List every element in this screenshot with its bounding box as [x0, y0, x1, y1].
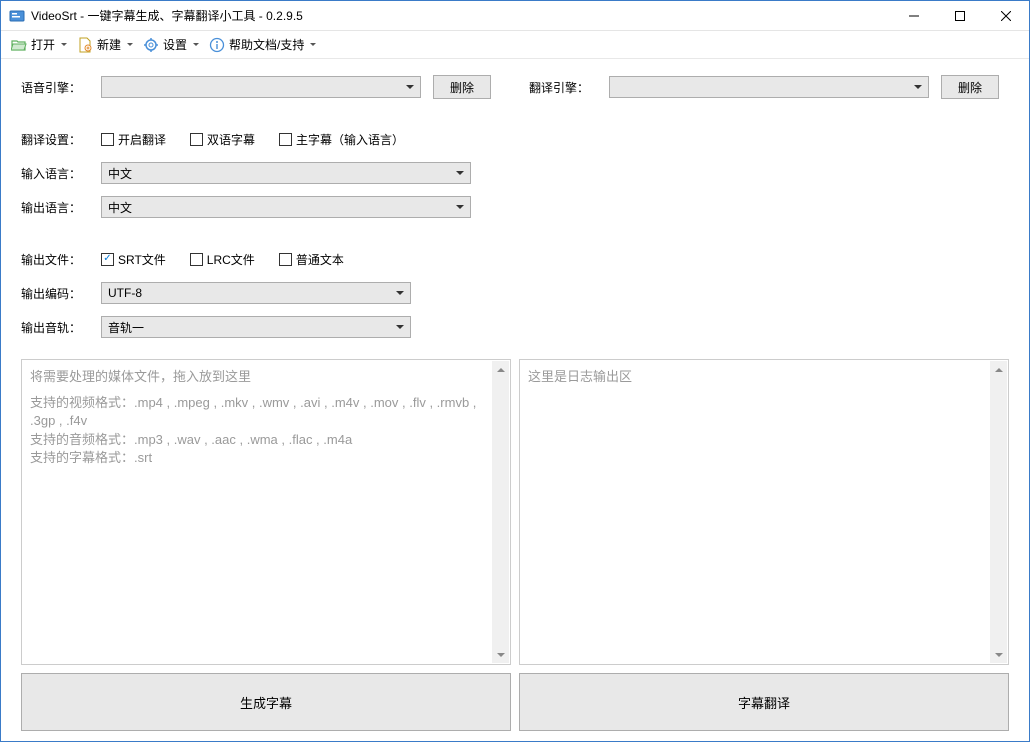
folder-open-icon — [11, 37, 27, 53]
checkbox-icon — [279, 133, 292, 146]
translate-subtitle-button[interactable]: 字幕翻译 — [519, 673, 1009, 731]
chevron-down-icon — [127, 43, 133, 46]
chevron-down-icon — [456, 171, 464, 175]
translate-engine-combo[interactable] — [609, 76, 929, 98]
bilingual-checkbox[interactable]: 双语字幕 — [190, 131, 255, 148]
media-drop-panel[interactable]: 将需要处理的媒体文件，拖入放到这里 支持的视频格式：.mp4 , .mpeg ,… — [21, 359, 511, 665]
info-icon — [209, 37, 225, 53]
toolbar-open-label: 打开 — [31, 36, 55, 53]
lrc-checkbox[interactable]: LRC文件 — [190, 251, 255, 268]
output-track-combo[interactable]: 音轨一 — [101, 316, 411, 338]
toolbar-new[interactable]: 新建 — [73, 34, 137, 55]
output-encoding-value: UTF-8 — [108, 286, 142, 300]
toolbar-help[interactable]: 帮助文档/支持 — [205, 34, 320, 55]
chevron-down-icon — [456, 205, 464, 209]
checkbox-icon — [279, 253, 292, 266]
maximize-button[interactable] — [937, 1, 983, 31]
toolbar-help-label: 帮助文档/支持 — [229, 36, 304, 53]
chevron-down-icon — [396, 325, 404, 329]
window-title: VideoSrt - 一键字幕生成、字幕翻译小工具 - 0.2.9.5 — [31, 7, 891, 24]
checkbox-icon — [190, 133, 203, 146]
main-subtitle-checkbox[interactable]: 主字幕（输入语言） — [279, 131, 404, 148]
chevron-down-icon — [406, 85, 414, 89]
input-lang-label: 输入语言： — [21, 165, 101, 182]
log-placeholder: 这里是日志输出区 — [528, 368, 990, 386]
speech-engine-delete-button[interactable]: 删除 — [433, 75, 491, 99]
output-lang-value: 中文 — [108, 199, 132, 216]
drop-hint-line: 支持的音频格式：.mp3 , .wav , .aac , .wma , .fla… — [30, 431, 492, 449]
scroll-down-icon — [492, 646, 509, 663]
new-file-icon — [77, 37, 93, 53]
output-encoding-label: 输出编码： — [21, 285, 101, 302]
gear-icon — [143, 37, 159, 53]
output-lang-combo[interactable]: 中文 — [101, 196, 471, 218]
scrollbar[interactable] — [990, 361, 1007, 663]
input-lang-combo[interactable]: 中文 — [101, 162, 471, 184]
toolbar-settings-label: 设置 — [163, 36, 187, 53]
app-icon — [9, 8, 25, 24]
titlebar: VideoSrt - 一键字幕生成、字幕翻译小工具 - 0.2.9.5 — [1, 1, 1029, 31]
log-output-panel: 这里是日志输出区 — [519, 359, 1009, 665]
chevron-down-icon — [310, 43, 316, 46]
scroll-down-icon — [990, 646, 1007, 663]
chevron-down-icon — [914, 85, 922, 89]
drop-hint-line: 支持的字幕格式：.srt — [30, 449, 492, 467]
speech-engine-label: 语音引擎： — [21, 79, 101, 96]
output-track-label: 输出音轨： — [21, 319, 101, 336]
scroll-up-icon — [990, 361, 1007, 378]
toolbar-open[interactable]: 打开 — [7, 34, 71, 55]
toolbar: 打开 新建 设置 帮助文档/支持 — [1, 31, 1029, 59]
output-track-value: 音轨一 — [108, 319, 144, 336]
drop-hint-line: 支持的视频格式：.mp4 , .mpeg , .mkv , .wmv , .av… — [30, 394, 492, 430]
scrollbar[interactable] — [492, 361, 509, 663]
content-area: 语音引擎： 删除 翻译引擎： 删除 翻译设置： 开启翻译 双语字幕 — [1, 59, 1029, 741]
translate-settings-label: 翻译设置： — [21, 131, 101, 148]
close-button[interactable] — [983, 1, 1029, 31]
chevron-down-icon — [61, 43, 67, 46]
toolbar-new-label: 新建 — [97, 36, 121, 53]
speech-engine-combo[interactable] — [101, 76, 421, 98]
checkbox-icon — [101, 133, 114, 146]
output-file-label: 输出文件： — [21, 251, 101, 268]
checkbox-checked-icon: ✓ — [101, 253, 114, 266]
generate-subtitle-button[interactable]: 生成字幕 — [21, 673, 511, 731]
srt-checkbox[interactable]: ✓ SRT文件 — [101, 251, 166, 268]
checkbox-icon — [190, 253, 203, 266]
enable-translate-checkbox[interactable]: 开启翻译 — [101, 131, 166, 148]
scroll-up-icon — [492, 361, 509, 378]
toolbar-settings[interactable]: 设置 — [139, 34, 203, 55]
output-encoding-combo[interactable]: UTF-8 — [101, 282, 411, 304]
chevron-down-icon — [193, 43, 199, 46]
input-lang-value: 中文 — [108, 165, 132, 182]
translate-engine-delete-button[interactable]: 删除 — [941, 75, 999, 99]
minimize-button[interactable] — [891, 1, 937, 31]
plain-text-checkbox[interactable]: 普通文本 — [279, 251, 344, 268]
output-lang-label: 输出语言： — [21, 199, 101, 216]
drop-hint-line: 将需要处理的媒体文件，拖入放到这里 — [30, 368, 492, 386]
chevron-down-icon — [396, 291, 404, 295]
translate-engine-label: 翻译引擎： — [529, 79, 609, 96]
